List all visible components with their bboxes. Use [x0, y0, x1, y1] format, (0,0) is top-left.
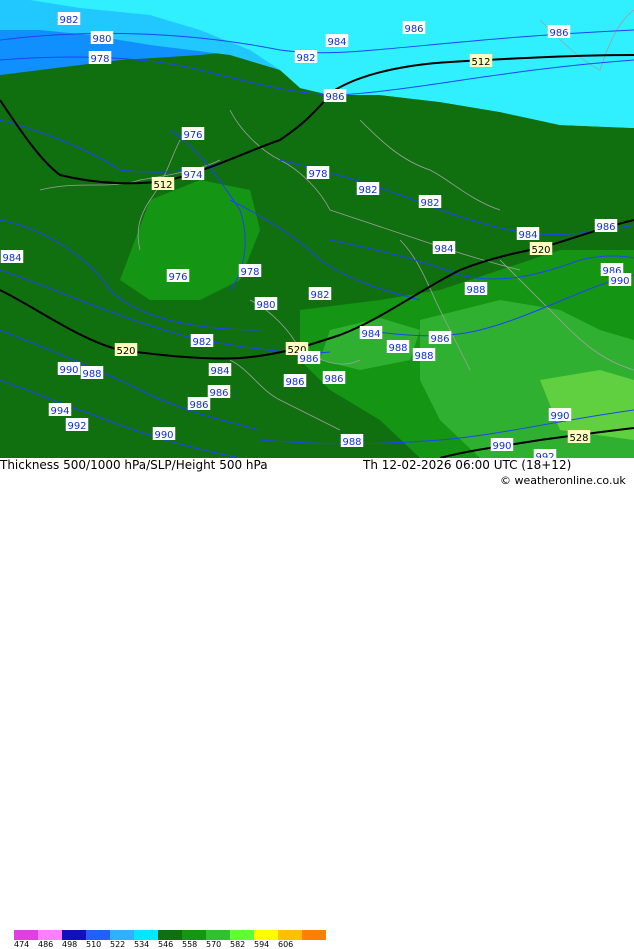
isobar-label: 990	[154, 430, 173, 441]
isobar-label: 982	[358, 185, 377, 196]
isobar-label: 986	[209, 388, 228, 399]
isobar-label: 980	[92, 34, 111, 45]
isobar-label: 986	[404, 24, 423, 35]
isobar-label: 986	[549, 28, 568, 39]
legend-ticks: 474 486 498 510 522 534 546 558 570 582 594 606	[14, 940, 302, 949]
legend-swatch	[182, 930, 206, 940]
legend-tick: 522	[110, 940, 126, 949]
legend-tick: 570	[206, 940, 222, 949]
isobar-label: 982	[296, 53, 315, 64]
isobar-label: 986	[299, 354, 318, 365]
legend-swatch	[278, 930, 302, 940]
isobar-label: 986	[430, 334, 449, 345]
legend-swatch	[302, 930, 326, 940]
isobar-label: 978	[90, 54, 109, 65]
isobar-label: 984	[518, 230, 537, 241]
isobar-label: 982	[310, 290, 329, 301]
isobar-label: 984	[327, 37, 346, 48]
copyright: © weatheronline.co.uk	[500, 474, 626, 487]
height-label: 520	[531, 245, 550, 256]
isobar-label: 986	[596, 222, 615, 233]
isobar-label: 976	[183, 130, 202, 141]
isobar-label: 994	[50, 406, 69, 417]
height-label: 520	[116, 346, 135, 357]
legend-swatch	[14, 930, 38, 940]
isobar-label: 990	[59, 365, 78, 376]
isobar-label: 982	[192, 337, 211, 348]
isobar-label: 984	[2, 253, 21, 264]
legend-tick: 558	[182, 940, 198, 949]
legend-swatch	[254, 930, 278, 940]
isobar-label: 986	[285, 377, 304, 388]
legend-tick: 594	[254, 940, 270, 949]
isobar-label: 980	[256, 300, 275, 311]
isobar-label: 986	[324, 374, 343, 385]
footer: Thickness 500/1000 hPa/SLP/Height 500 hP…	[0, 458, 634, 949]
legend-swatch	[38, 930, 62, 940]
isobar-label: 984	[361, 329, 380, 340]
isobar-label: 974	[183, 170, 202, 181]
isobar-label: 986	[189, 400, 208, 411]
legend-swatch	[134, 930, 158, 940]
legend-tick: 498	[62, 940, 78, 949]
isobar-label: 988	[342, 437, 361, 448]
isobar-label: 976	[168, 272, 187, 283]
isobar-label: 986	[325, 92, 344, 103]
legend-tick: 582	[230, 940, 246, 949]
isobar-label: 992	[67, 421, 86, 432]
height-label: 528	[569, 433, 588, 444]
isobar-label: 984	[434, 244, 453, 255]
isobar-label: 990	[492, 441, 511, 452]
legend-tick: 534	[134, 940, 150, 949]
legend-tick: 474	[14, 940, 30, 949]
legend-colorbar	[14, 930, 326, 940]
legend-swatch	[158, 930, 182, 940]
isobar-label: 988	[466, 285, 485, 296]
legend-swatch	[110, 930, 134, 940]
legend-tick: 486	[38, 940, 54, 949]
legend-swatch	[62, 930, 86, 940]
isobar-label: 988	[388, 343, 407, 354]
isobar-label: 988	[82, 369, 101, 380]
isobar-label: 984	[210, 366, 229, 377]
legend-swatch	[206, 930, 230, 940]
map-title: Thickness 500/1000 hPa/SLP/Height 500 hP…	[0, 458, 268, 472]
weather-map: 982 986 986 984 980 982 978 512 986 976 974 512 978 9…	[0, 0, 634, 458]
height-label: 512	[153, 180, 172, 191]
isobar-label: 982	[420, 198, 439, 209]
legend-tick: 606	[278, 940, 294, 949]
forecast-datetime: Th 12-02-2026 06:00 UTC (18+12)	[363, 458, 572, 472]
legend-swatch	[86, 930, 110, 940]
isobar-label: 978	[240, 267, 259, 278]
legend-tick: 510	[86, 940, 102, 949]
isobar-label: 982	[59, 15, 78, 26]
height-label: 512	[471, 57, 490, 68]
isobar-label: 988	[414, 351, 433, 362]
legend-tick: 546	[158, 940, 174, 949]
isobar-label: 990	[610, 276, 629, 287]
isobar-label: 978	[308, 169, 327, 180]
isobar-label: 990	[550, 411, 569, 422]
legend-swatch	[230, 930, 254, 940]
